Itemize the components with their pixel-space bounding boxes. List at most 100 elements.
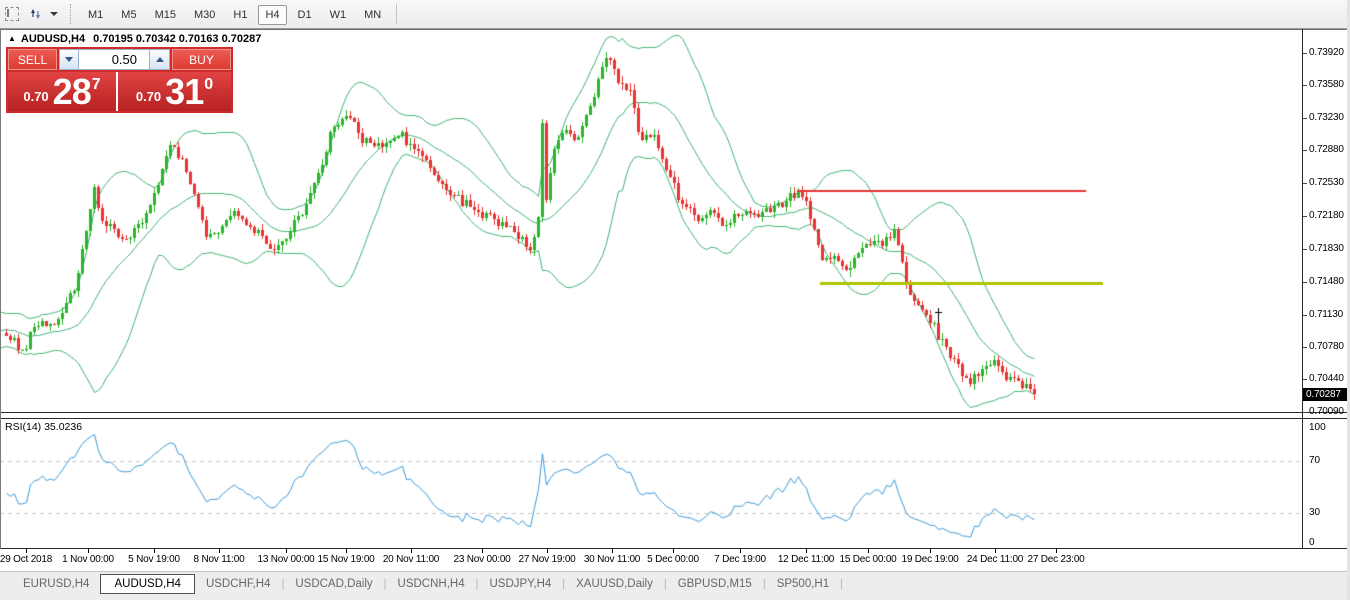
collapse-panel-icon[interactable]: ▲ <box>8 34 16 43</box>
main-pane-bottom-border[interactable] <box>0 412 1348 413</box>
volume-decrease-button[interactable] <box>59 49 79 70</box>
rsi-indicator-label: RSI(14) 35.0236 <box>5 421 82 433</box>
chart-symbol-period: AUDUSD,H4 <box>21 33 85 45</box>
chart-toolbar: M1M5M15M30H1H4D1W1MN <box>0 0 1350 29</box>
time-axis-tick <box>219 549 220 553</box>
time-axis-tick <box>286 549 287 553</box>
time-axis-tick <box>930 549 931 553</box>
symbol-tab-AUDUSD[interactable]: AUDUSD,H4 <box>100 574 194 594</box>
time-axis-tick <box>995 549 996 553</box>
rsi-indicator-canvas[interactable] <box>0 419 1348 548</box>
timeframe-button-M1[interactable]: M1 <box>81 5 110 25</box>
price-axis-tick <box>1303 183 1307 184</box>
price-axis-label: 0.70780 <box>1309 341 1344 352</box>
price-axis-tick <box>1303 412 1307 413</box>
chart-left-border <box>0 29 1 549</box>
timeframe-button-M30[interactable]: M30 <box>187 5 222 25</box>
buy-price-display[interactable]: 0.70 31 0 <box>118 72 231 111</box>
price-axis-label: 0.72180 <box>1309 210 1344 221</box>
timeframe-button-H1[interactable]: H1 <box>226 5 254 25</box>
chart-title: ▲AUDUSD,H40.70195 0.70342 0.70163 0.7028… <box>8 33 261 45</box>
price-axis-tick <box>1303 347 1307 348</box>
time-axis-tick <box>740 549 741 553</box>
one-click-trading-panel: SELL BUY 0.70 28 7 0.70 31 0 <box>6 47 233 113</box>
timeframe-button-group: M1M5M15M30H1H4D1W1MN <box>79 5 390 23</box>
symbol-tab-GBPUSD[interactable]: GBPUSD,M15 <box>667 574 763 594</box>
rsi-axis-label: 30 <box>1309 507 1320 518</box>
sort-arrows-icon[interactable] <box>28 6 44 22</box>
time-axis-label: 1 Nov 00:00 <box>62 554 114 565</box>
price-axis-label: 0.73920 <box>1309 47 1344 58</box>
time-axis-tick <box>806 549 807 553</box>
price-axis-tick <box>1303 282 1307 283</box>
timeframe-button-D1[interactable]: D1 <box>291 5 319 25</box>
rsi-axis-label: 0 <box>1309 537 1315 548</box>
price-axis-tick <box>1303 85 1307 86</box>
time-axis-tick <box>612 549 613 553</box>
rsi-pane-top-border[interactable] <box>0 418 1348 419</box>
symbol-tab-USDCAD[interactable]: USDCAD,Daily <box>284 574 383 594</box>
sort-arrows-glyph <box>29 7 43 21</box>
time-axis-tick <box>346 549 347 553</box>
time-axis-label: 12 Dec 11:00 <box>778 554 834 565</box>
chart-top-border <box>0 29 1348 30</box>
toolbar-separator <box>396 4 397 24</box>
time-axis-label: 5 Dec 00:00 <box>647 554 699 565</box>
time-axis-label: 27 Dec 23:00 <box>1027 554 1084 565</box>
symbol-tab-bar: EURUSD,H4AUDUSD,H4USDCHF,H4 | USDCAD,Daily… <box>0 571 1350 600</box>
timeframe-button-M5[interactable]: M5 <box>114 5 143 25</box>
sell-price-big-digits: 28 <box>53 74 91 110</box>
price-axis-label: 0.70440 <box>1309 373 1344 384</box>
time-axis-label: 20 Nov 11:00 <box>383 554 439 565</box>
current-price-tag: 0.70287 <box>1303 388 1350 401</box>
buy-price-prefix: 0.70 <box>136 89 161 104</box>
price-axis-label: 0.71130 <box>1309 309 1343 320</box>
price-axis-border[interactable] <box>1302 29 1303 549</box>
time-axis-tick <box>547 549 548 553</box>
time-axis-label: 24 Dec 11:00 <box>967 554 1023 565</box>
time-axis-label: 19 Dec 19:00 <box>901 554 958 565</box>
sell-price-pip-digit: 7 <box>92 76 101 94</box>
selection-tool-icon[interactable] <box>4 6 20 22</box>
time-axis-tick <box>1056 549 1057 553</box>
time-axis-tick <box>26 549 27 553</box>
timeframe-button-H4[interactable]: H4 <box>258 5 286 25</box>
price-axis-label: 0.72880 <box>1309 144 1344 155</box>
sell-price-display[interactable]: 0.70 28 7 <box>8 72 116 111</box>
up-arrow-icon <box>156 57 164 62</box>
volume-increase-button[interactable] <box>149 49 170 70</box>
time-axis-tick <box>673 549 674 553</box>
buy-button[interactable]: BUY <box>172 49 231 70</box>
symbol-tab-EURUSD[interactable]: EURUSD,H4 <box>12 574 100 594</box>
time-axis-tick <box>411 549 412 553</box>
price-axis-tick <box>1303 249 1307 250</box>
price-axis-label: 0.71480 <box>1309 276 1344 287</box>
timeframe-button-M15[interactable]: M15 <box>148 5 183 25</box>
time-axis-tick <box>88 549 89 553</box>
timeframe-button-MN[interactable]: MN <box>357 5 388 25</box>
symbol-tab-USDJPY[interactable]: USDJPY,H4 <box>478 574 562 594</box>
time-axis-tick <box>154 549 155 553</box>
timeframe-button-W1[interactable]: W1 <box>323 5 354 25</box>
price-axis-tick <box>1303 315 1307 316</box>
symbol-tab-USDCHF[interactable]: USDCHF,H4 <box>195 574 282 594</box>
dropdown-caret-icon[interactable] <box>50 12 58 16</box>
tab-divider: | <box>840 574 843 590</box>
volume-input[interactable] <box>79 49 149 70</box>
price-axis-tick <box>1303 216 1307 217</box>
symbol-tab-SP500[interactable]: SP500,H1 <box>766 574 840 594</box>
time-axis-label: 7 Dec 19:00 <box>714 554 766 565</box>
sell-button[interactable]: SELL <box>8 49 57 70</box>
time-axis-label: 30 Nov 11:00 <box>584 554 640 565</box>
rsi-axis-label: 100 <box>1309 422 1326 433</box>
symbol-tab-XAUUSD[interactable]: XAUUSD,Daily <box>565 574 664 594</box>
time-axis-label: 13 Nov 00:00 <box>257 554 314 565</box>
price-axis-label: 0.73230 <box>1309 112 1344 123</box>
price-axis-tick <box>1303 379 1307 380</box>
buy-price-big-digits: 31 <box>165 74 203 110</box>
symbol-tab-USDCNH[interactable]: USDCNH,H4 <box>387 574 476 594</box>
trading-terminal-window: M1M5M15M30H1H4D1W1MN ▲AUDUSD,H40.70195 0… <box>0 0 1350 600</box>
time-axis-label: 15 Dec 00:00 <box>839 554 896 565</box>
time-axis-label: 5 Nov 19:00 <box>128 554 180 565</box>
price-axis-label: 0.73580 <box>1309 79 1344 90</box>
